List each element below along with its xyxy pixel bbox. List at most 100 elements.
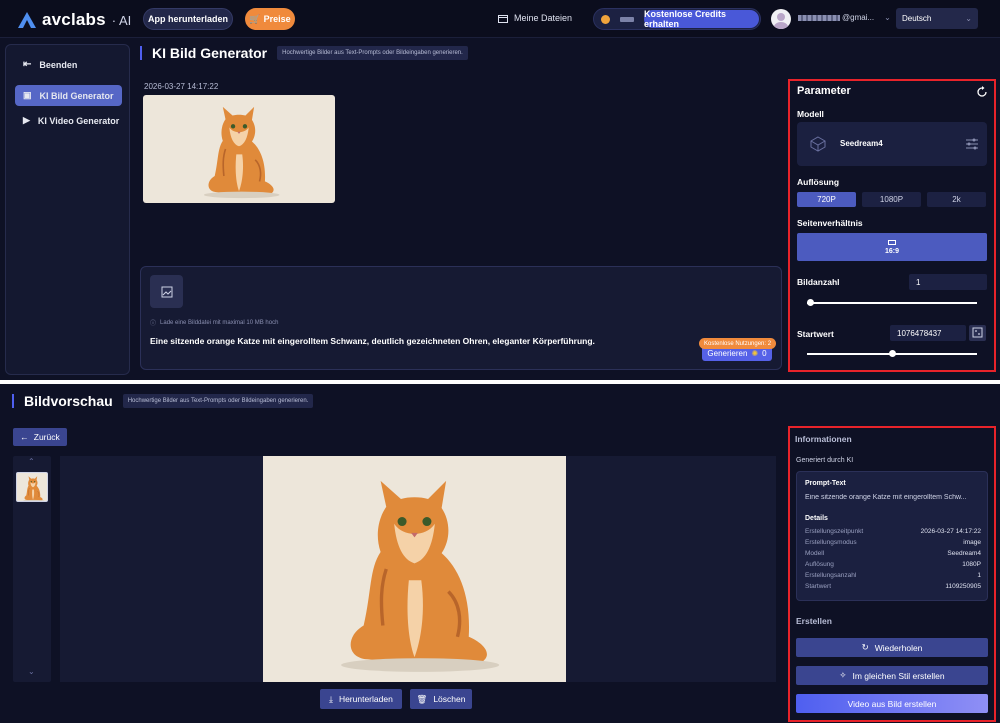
cart-icon: 🛒: [249, 13, 261, 24]
back-label: Zurück: [33, 432, 60, 442]
detail-value: image: [963, 539, 981, 546]
chevron-down-icon: ⌄: [965, 14, 972, 23]
count-slider-knob[interactable]: [807, 299, 814, 306]
resolution-option-1080p[interactable]: 1080P: [862, 192, 921, 207]
generated-by: Generiert durch KI: [796, 457, 854, 464]
settings-sliders-icon[interactable]: [965, 137, 979, 151]
prompt-heading: Prompt-Text: [805, 480, 846, 487]
video-from-image-button[interactable]: Video aus Bild erstellen: [796, 694, 988, 713]
detail-row: Erstellungszeitpunkt 2026-03-27 14:17:22: [805, 528, 981, 535]
user-icon: [774, 13, 788, 29]
coin-icon: [601, 14, 610, 24]
sidebar-item-exit[interactable]: ⇤ Beenden: [15, 54, 122, 75]
preview-subtitle: Hochwertige Bilder aus Text-Prompts oder…: [122, 394, 314, 408]
resolution-option-720p[interactable]: 720P: [797, 192, 856, 207]
prompt-input[interactable]: Eine sitzende orange Katze mit eingeroll…: [150, 336, 595, 346]
chevron-down-icon: ⌄: [884, 13, 891, 22]
sidebar-item-image-generator[interactable]: ▣ KI Bild Generator: [15, 85, 122, 106]
detail-value: Seedream4: [947, 550, 981, 557]
email-blurred: [798, 14, 840, 21]
preview-area: [60, 456, 776, 682]
count-label: Bildanzahl: [797, 277, 840, 287]
thumbnail-item[interactable]: [16, 472, 48, 502]
prices-button[interactable]: 🛒 Preise: [245, 8, 295, 30]
detail-key: Modell: [805, 550, 825, 557]
download-label: Herunterladen: [338, 694, 393, 704]
count-slider[interactable]: [807, 299, 977, 306]
detail-row: Erstellungsanzahl 1: [805, 572, 981, 579]
generate-cost: 0: [762, 348, 767, 358]
language-select[interactable]: Deutsch ⌄: [896, 8, 978, 29]
refresh-icon: ↻: [861, 642, 869, 652]
resolution-option-2k[interactable]: 2k: [927, 192, 986, 207]
image-upload-button[interactable]: [150, 275, 183, 308]
avatar[interactable]: [771, 9, 791, 29]
repeat-button[interactable]: ↻ Wiederholen: [796, 638, 988, 657]
download-button[interactable]: ⤓ Herunterladen: [320, 689, 402, 709]
aspect-ratio-option[interactable]: 16:9: [797, 233, 987, 261]
aspect-value: 16:9: [884, 247, 899, 255]
page-title: KI Bild Generator: [152, 45, 268, 61]
generated-image-thumbnail[interactable]: [143, 95, 335, 203]
detail-row: Auflösung 1080P: [805, 561, 981, 568]
parameter-title: Parameter: [797, 85, 851, 97]
upload-hint: ⓘ Lade eine Bilddatei mit maximal 10 MB …: [150, 318, 279, 328]
logo-icon: [18, 12, 36, 28]
account-email[interactable]: @gmai... ⌄: [798, 13, 891, 22]
chevron-down-icon[interactable]: ⌄: [28, 667, 35, 676]
chevron-up-icon[interactable]: ⌃: [28, 457, 35, 466]
top-header: avclabs · AI App herunterladen 🛒 Preise …: [0, 0, 1000, 38]
info-panel: Informationen Generiert durch KI Prompt-…: [788, 426, 996, 722]
seed-label: Startwert: [797, 329, 834, 339]
reset-icon[interactable]: [976, 86, 988, 98]
preview-image[interactable]: [263, 456, 566, 682]
detail-key: Auflösung: [805, 561, 834, 568]
info-card: Prompt-Text Eine sitzende orange Katze m…: [796, 471, 988, 601]
folder-icon: [498, 14, 508, 23]
trash-icon: 🗑: [416, 693, 428, 704]
image-generator-icon: ▣: [23, 90, 32, 100]
info-title: Informationen: [795, 434, 852, 444]
prompt-box: ⓘ Lade eine Bilddatei mit maximal 10 MB …: [140, 266, 782, 370]
detail-row: Erstellungsmodus image: [805, 539, 981, 546]
model-cube-icon: [810, 136, 826, 152]
generator-screen: avclabs · AI App herunterladen 🛒 Preise …: [0, 0, 1000, 380]
detail-row: Modell Seedream4: [805, 550, 981, 557]
page-header: KI Bild Generator Hochwertige Bilder aus…: [140, 45, 468, 61]
dice-icon[interactable]: [969, 325, 986, 341]
free-uses-badge: Kostenlose Nutzungen: 2: [699, 338, 777, 349]
sidebar-item-label: KI Video Generator: [37, 115, 120, 126]
credit-balance-blurred: [620, 16, 634, 22]
title-accent: [12, 394, 14, 408]
credits-area: Kostenlose Credits erhalten: [593, 8, 761, 30]
page-subtitle: Hochwertige Bilder aus Text-Prompts oder…: [277, 46, 468, 60]
delete-label: Löschen: [433, 694, 466, 704]
model-selector[interactable]: Seedream4: [797, 122, 987, 166]
upload-hint-text: Lade eine Bilddatei mit maximal 10 MB ho…: [160, 319, 279, 326]
back-button[interactable]: ← Zurück: [13, 428, 67, 446]
aspect-label: Seitenverhältnis: [797, 218, 863, 228]
my-files-link[interactable]: Meine Dateien: [498, 13, 572, 23]
seed-slider-knob[interactable]: [888, 350, 896, 357]
model-label: Modell: [797, 109, 824, 119]
my-files-label: Meine Dateien: [514, 13, 573, 23]
sidebar-item-video-generator[interactable]: ▶ KI Video Generator: [15, 110, 122, 131]
prices-label: Preise: [263, 14, 291, 24]
seed-slider[interactable]: [807, 350, 977, 357]
detail-value: 1: [977, 572, 981, 579]
delete-button[interactable]: 🗑 Löschen: [410, 689, 472, 709]
app-download-button[interactable]: App herunterladen: [143, 8, 233, 30]
count-input[interactable]: 1: [909, 274, 987, 290]
repeat-label: Wiederholen: [874, 642, 923, 653]
exit-icon: ⇤: [23, 59, 32, 70]
seed-input[interactable]: 1076478437: [890, 325, 966, 341]
detail-key: Erstellungszeitpunkt: [805, 528, 864, 535]
logo[interactable]: avclabs · AI: [18, 10, 131, 30]
detail-value: 1109250905: [945, 583, 981, 590]
free-credits-button[interactable]: Kostenlose Credits erhalten: [644, 9, 759, 29]
same-style-button[interactable]: ✧ Im gleichen Stil erstellen: [796, 666, 988, 685]
result-timestamp: 2026-03-27 14:17:22: [144, 82, 219, 91]
title-accent: [140, 46, 142, 60]
logo-ai: · AI: [111, 12, 132, 28]
info-icon: ⓘ: [150, 321, 157, 327]
